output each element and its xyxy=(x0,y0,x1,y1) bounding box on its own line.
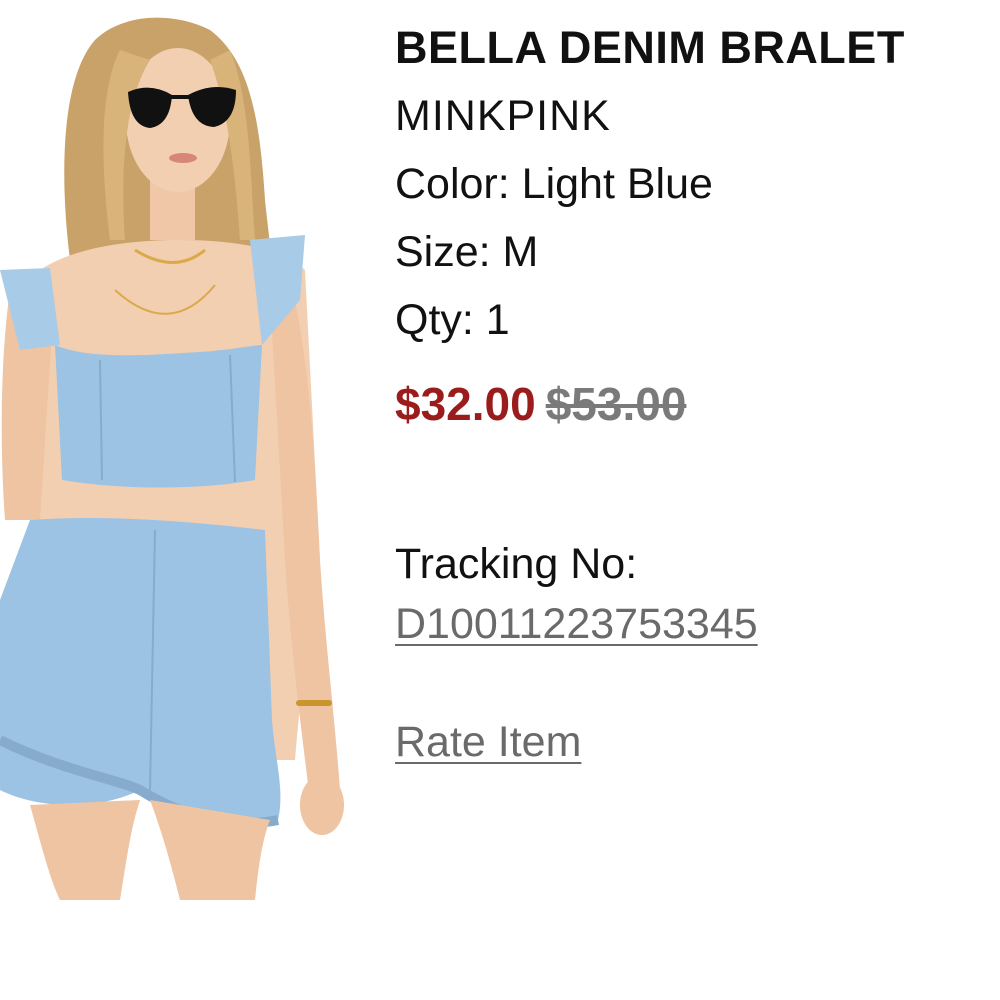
product-color: Color: Light Blue xyxy=(395,160,713,208)
product-size: Size: M xyxy=(395,228,539,276)
sale-price: $32.00 xyxy=(395,378,536,430)
product-image xyxy=(0,0,365,900)
tracking-number-link[interactable]: D10011223753345 xyxy=(395,594,758,654)
product-title: BELLA DENIM BRALET xyxy=(395,22,905,73)
price-row: $32.00 $53.00 xyxy=(395,374,995,434)
rate-item-link[interactable]: Rate Item xyxy=(395,712,581,772)
tracking-label: Tracking No: xyxy=(395,540,638,588)
product-quantity: Qty: 1 xyxy=(395,296,510,344)
product-brand: MINKPINK xyxy=(395,92,611,140)
original-price: $53.00 xyxy=(545,378,687,430)
product-details: BELLA DENIM BRALET MINKPINK Color: Light… xyxy=(395,18,995,772)
